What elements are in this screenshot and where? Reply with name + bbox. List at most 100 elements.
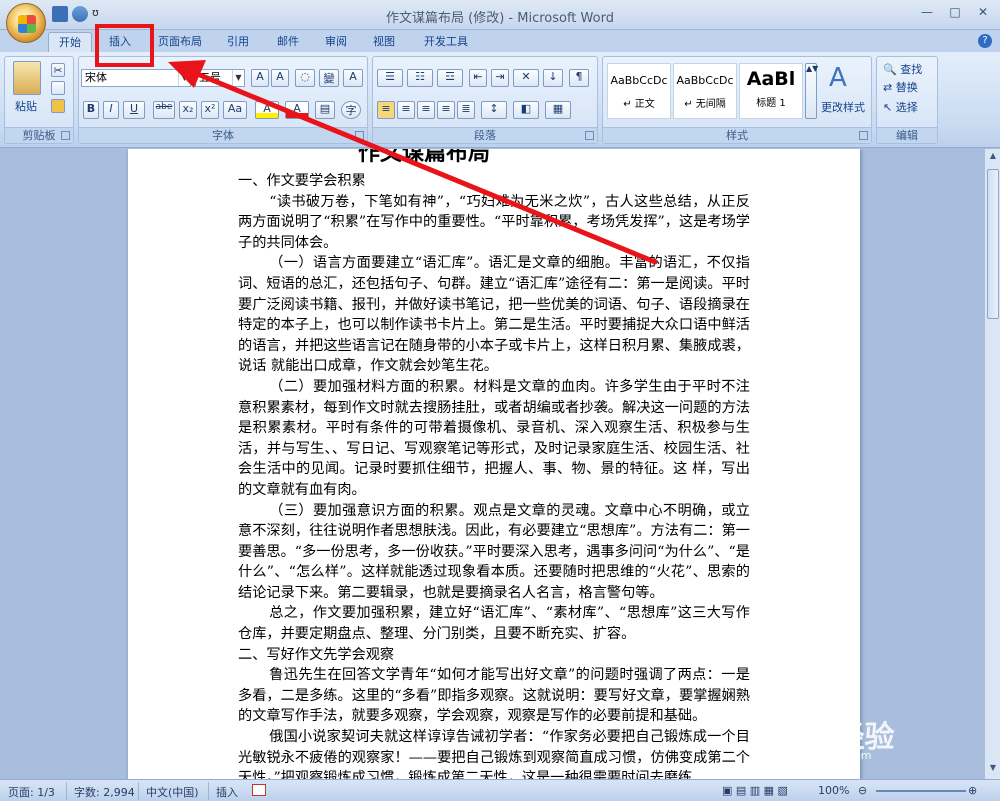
change-case-button[interactable]: Aa — [223, 101, 247, 119]
phonetic-guide-icon[interactable]: 變 — [319, 69, 339, 87]
language-indicator[interactable]: 中文(中国) — [146, 784, 199, 800]
tab-view[interactable]: 视图 — [364, 32, 404, 52]
enclose-char-icon[interactable]: 字 — [341, 101, 361, 119]
strikethrough-button[interactable]: abe — [153, 101, 175, 119]
styles-launcher-icon[interactable] — [859, 131, 868, 140]
clipboard-launcher-icon[interactable] — [61, 131, 70, 140]
bullets-icon[interactable]: ☰ — [377, 69, 403, 87]
maximize-button[interactable]: □ — [942, 3, 968, 21]
zoom-slider[interactable] — [876, 790, 966, 792]
line-spacing-icon[interactable]: ↕ — [481, 101, 507, 119]
distributed-icon[interactable]: ≣ — [457, 101, 475, 119]
replace-button[interactable]: ⇄ 替换 — [883, 79, 918, 95]
borders-icon[interactable]: ▦ — [545, 101, 571, 119]
style-heading-1[interactable]: AaBl 标题 1 — [739, 63, 803, 119]
zoom-out-icon[interactable]: ⊖ — [858, 784, 867, 797]
paragraph: （三）要加强意识方面的积累。观点是文章的灵魂。文章中心不明确，或立意不深刻，往往… — [238, 502, 750, 601]
select-button[interactable]: ↖ 选择 — [883, 99, 918, 115]
highlight-button[interactable]: A — [255, 101, 279, 119]
insert-mode[interactable]: 插入 — [216, 784, 238, 800]
paste-icon[interactable] — [13, 61, 41, 95]
copy-icon[interactable] — [51, 81, 65, 95]
tab-page-layout[interactable]: 页面布局 — [150, 32, 210, 52]
char-border-icon[interactable]: A — [343, 69, 363, 87]
superscript-button[interactable]: x² — [201, 101, 219, 119]
align-right-icon[interactable]: ≡ — [417, 101, 435, 119]
paragraph-group: ☰ ☷ ☲ ⇤ ⇥ ✕ ↓ ¶ ≡ ≡ ≡ ≡ ≣ ↕ ◧ ▦ 段落 — [372, 56, 598, 144]
subscript-button[interactable]: x₂ — [179, 101, 197, 119]
scroll-down-icon[interactable]: ▼ — [987, 763, 999, 777]
close-button[interactable]: ✕ — [970, 3, 996, 21]
grow-font-icon[interactable]: A — [251, 69, 269, 87]
sort-icon[interactable]: ↓ — [543, 69, 563, 87]
style-name: ↵ 正文 — [623, 99, 655, 110]
editing-label: 编辑 — [877, 127, 937, 143]
italic-button[interactable]: I — [103, 101, 119, 119]
vertical-scrollbar[interactable]: ▲ ▼ — [984, 149, 1000, 779]
paragraph: 鲁迅先生在回答文学青年“如何才能写出好文章”的问题时强调了两点：一是多看，二是多… — [238, 667, 750, 725]
font-name-combo[interactable]: 宋体 ▼ — [81, 69, 191, 87]
zoom-level[interactable]: 100% — [818, 784, 849, 797]
tab-developer[interactable]: 开发工具 — [414, 32, 478, 52]
font-group: 宋体 ▼ 五号 ▼ A A ◌ 變 A B I U abe x₂ x² Aa A A… — [78, 56, 368, 144]
divider — [138, 782, 139, 800]
clear-format-icon[interactable]: ◌ — [295, 69, 315, 87]
tab-home[interactable]: 开始 — [48, 32, 92, 52]
align-center-icon[interactable]: ≡ — [397, 101, 415, 119]
bold-button[interactable]: B — [83, 101, 99, 119]
clipboard-group: 粘贴 ✂ 剪贴板 — [4, 56, 74, 144]
style-no-spacing[interactable]: AaBbCcDc ↵ 无间隔 — [673, 63, 737, 119]
shading-icon[interactable]: ◧ — [513, 101, 539, 119]
decrease-indent-icon[interactable]: ⇤ — [469, 69, 487, 87]
paste-button[interactable]: 粘贴 — [15, 98, 37, 114]
word-count[interactable]: 字数: 2,994 — [74, 784, 135, 800]
change-styles-icon[interactable]: A — [829, 63, 847, 93]
document-title: 作文谋篇布局 — [358, 149, 491, 166]
tab-references[interactable]: 引用 — [218, 32, 258, 52]
tab-mailings[interactable]: 邮件 — [268, 32, 308, 52]
font-label: 字体 — [79, 127, 367, 143]
find-button[interactable]: 🔍 查找 — [883, 61, 922, 77]
help-icon[interactable]: ? — [978, 34, 992, 48]
baidu-watermark-url: jingyan.baidu.com — [770, 749, 872, 762]
style-name: 标题 1 — [756, 98, 786, 109]
chevron-down-icon[interactable]: ▼ — [178, 70, 190, 86]
zoom-in-icon[interactable]: ⊕ — [968, 784, 977, 797]
increase-indent-icon[interactable]: ⇥ — [491, 69, 509, 87]
style-normal[interactable]: AaBbCcDc ↵ 正文 — [607, 63, 671, 119]
macro-record-icon[interactable] — [252, 784, 266, 796]
numbering-icon[interactable]: ☷ — [407, 69, 433, 87]
replace-icon: ⇄ — [883, 81, 893, 94]
char-shading-icon[interactable]: ▤ — [315, 101, 335, 119]
document-page[interactable]: 作文谋篇布局 一、作文要学会积累 “读书破万卷，下笔如有神”，“巧妇难为无米之炊… — [128, 149, 860, 779]
page-count[interactable]: 页面: 1/3 — [8, 784, 55, 800]
underline-button[interactable]: U — [123, 101, 145, 119]
paragraph-launcher-icon[interactable] — [585, 131, 594, 140]
styles-scroll-icon[interactable]: ▲▼ — [805, 63, 818, 119]
cut-icon[interactable]: ✂ — [51, 63, 65, 77]
minimize-button[interactable]: — — [914, 3, 940, 21]
scroll-up-icon[interactable]: ▲ — [987, 151, 999, 165]
document-body[interactable]: 一、作文要学会积累 “读书破万卷，下笔如有神”，“巧妇难为无米之炊”，古人这些总… — [238, 171, 750, 779]
font-launcher-icon[interactable] — [355, 131, 364, 140]
format-painter-icon[interactable] — [51, 99, 65, 113]
divider — [208, 782, 209, 800]
font-size-combo[interactable]: 五号 ▼ — [195, 69, 245, 87]
view-buttons[interactable]: ▣ ▤ ▥ ▦ ▧ — [722, 784, 788, 797]
multilevel-list-icon[interactable]: ☲ — [437, 69, 463, 87]
office-button[interactable] — [6, 3, 46, 43]
scroll-thumb[interactable] — [987, 169, 999, 319]
paragraph: 一、作文要学会积累 — [238, 173, 366, 189]
document-area: 作文谋篇布局 一、作文要学会积累 “读书破万卷，下笔如有神”，“巧妇难为无米之炊… — [0, 149, 984, 779]
font-color-button[interactable]: A — [285, 101, 309, 119]
find-icon: 🔍 — [883, 63, 897, 76]
chinese-layout-icon[interactable]: ✕ — [513, 69, 539, 87]
change-styles-button[interactable]: 更改样式 — [821, 99, 865, 115]
chevron-down-icon[interactable]: ▼ — [232, 70, 244, 86]
justify-icon[interactable]: ≡ — [437, 101, 455, 119]
tab-review[interactable]: 审阅 — [316, 32, 356, 52]
styles-group: AaBbCcDc ↵ 正文 AaBbCcDc ↵ 无间隔 AaBl 标题 1 ▲… — [602, 56, 872, 144]
shrink-font-icon[interactable]: A — [271, 69, 289, 87]
align-left-icon[interactable]: ≡ — [377, 101, 395, 119]
show-marks-icon[interactable]: ¶ — [569, 69, 589, 87]
